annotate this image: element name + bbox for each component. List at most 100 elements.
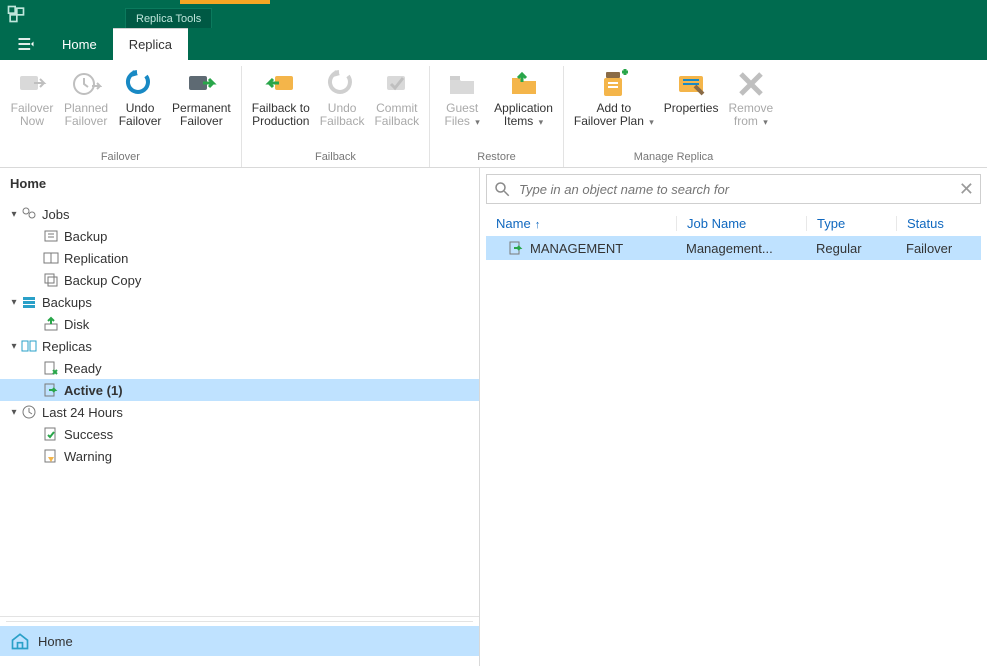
tree-item-label: Ready <box>64 361 102 376</box>
remove-from-button: Remove from ▾ <box>724 66 777 149</box>
col-header-status[interactable]: Status <box>896 216 981 231</box>
col-header-type[interactable]: Type <box>806 216 896 231</box>
tree-item-backup[interactable]: Backup <box>0 225 479 247</box>
tree-item-icon <box>20 294 38 310</box>
ribbon-btn-label: Failover Now <box>11 102 54 128</box>
ribbon-btn-label: Guest Files ▾ <box>445 102 480 128</box>
tree-item-label: Warning <box>64 449 112 464</box>
tree-item-icon <box>42 250 60 266</box>
ribbon-group-title: Restore <box>477 149 516 167</box>
tree-item-warning[interactable]: Warning <box>0 445 479 467</box>
tree-item-success[interactable]: Success <box>0 423 479 445</box>
guest-files-icon <box>446 68 478 100</box>
tree-toggle-icon[interactable]: ▾ <box>8 209 20 220</box>
tree-item-icon <box>20 338 38 354</box>
col-header-job[interactable]: Job Name <box>676 216 806 231</box>
clear-search-icon[interactable]: ✕ <box>959 179 974 200</box>
tree-toggle-icon[interactable]: ▾ <box>8 407 20 418</box>
tree-item-icon <box>42 448 60 464</box>
tree-item-label: Replication <box>64 251 128 266</box>
tab-home[interactable]: Home <box>46 28 113 60</box>
home-icon <box>10 631 30 651</box>
tree-item-backup-copy[interactable]: Backup Copy <box>0 269 479 291</box>
undo-failover-button[interactable]: Undo Failover <box>114 66 166 149</box>
commit-failback-icon <box>381 68 413 100</box>
tree-item-backups[interactable]: ▾Backups <box>0 291 479 313</box>
ribbon-btn-label: Add to Failover Plan ▾ <box>574 102 654 128</box>
chevron-down-icon: ▾ <box>649 117 654 127</box>
nav-title: Home <box>0 168 479 199</box>
cell-name: MANAGEMENT <box>530 241 623 256</box>
tree-toggle-icon[interactable]: ▾ <box>8 341 20 352</box>
planned-failover-button: Planned Failover <box>60 66 112 149</box>
tree-item-replication[interactable]: Replication <box>0 247 479 269</box>
search-icon <box>493 180 511 198</box>
search-box[interactable]: ✕ <box>486 174 981 204</box>
tree-item-icon <box>42 382 60 398</box>
cell-status: Failover <box>896 241 981 256</box>
ribbon-btn-label: Undo Failover <box>119 102 162 128</box>
tree-item-label: Backup <box>64 229 107 244</box>
tab-replica-label: Replica <box>129 37 172 52</box>
remove-from-icon <box>735 68 767 100</box>
ribbon-btn-label: Commit Failback <box>374 102 419 128</box>
ribbon-group-failover: Failover Now Planned Failover Undo Failove… <box>0 66 242 167</box>
search-input[interactable] <box>517 181 953 198</box>
permanent-failover-icon <box>185 68 217 100</box>
ribbon-btn-label: Permanent Failover <box>172 102 231 128</box>
application-items-icon <box>508 68 540 100</box>
ribbon-group-failback: Failback to ProductionUndo Failback Commi… <box>242 66 430 167</box>
context-tab-title: Replica Tools <box>125 8 212 28</box>
tree-item-icon <box>42 426 60 442</box>
ribbon-group-title: Manage Replica <box>634 149 714 167</box>
content-pane: ✕ Name↑ Job Name Type Status MANAGEMENTM… <box>480 168 987 666</box>
nav-bottom: Home <box>0 616 479 666</box>
tree-item-disk[interactable]: Disk <box>0 313 479 335</box>
tree-item-icon <box>42 360 60 376</box>
tree-item-label: Replicas <box>42 339 92 354</box>
ribbon-btn-label: Properties <box>664 102 719 115</box>
tab-replica[interactable]: Replica <box>113 28 188 60</box>
chevron-down-icon: ▾ <box>475 117 480 127</box>
application-items-button[interactable]: Application Items ▾ <box>490 66 557 149</box>
app-icon <box>6 4 26 24</box>
tree-item-last-24-hours[interactable]: ▾ Last 24 Hours <box>0 401 479 423</box>
grid-row[interactable]: MANAGEMENTManagement...RegularFailover <box>486 236 981 260</box>
tree-item-label: Active (1) <box>64 383 123 398</box>
tree-item-active-1[interactable]: Active (1) <box>0 379 479 401</box>
add-to-failover-plan-button[interactable]: Add to Failover Plan ▾ <box>570 66 658 149</box>
properties-button[interactable]: Properties <box>660 66 723 149</box>
add-to-failover-plan-icon <box>598 68 630 100</box>
tabbar: Home Replica <box>0 28 987 60</box>
tree-item-label: Last 24 Hours <box>42 405 123 420</box>
col-header-name[interactable]: Name↑ <box>486 216 676 231</box>
planned-failover-icon <box>70 68 102 100</box>
ribbon-group-title: Failback <box>315 149 356 167</box>
tree-toggle-icon[interactable]: ▾ <box>8 297 20 308</box>
tree-item-label: Disk <box>64 317 89 332</box>
ribbon-group-restore: Guest Files ▾ Application Items ▾Restore <box>430 66 564 167</box>
nav-tree: ▾ Jobs Backup Replication Backup Copy▾Backup… <box>0 199 479 616</box>
app-menu-button[interactable] <box>6 28 46 60</box>
ribbon-btn-label: Undo Failback <box>320 102 365 128</box>
tree-item-jobs[interactable]: ▾ Jobs <box>0 203 479 225</box>
ribbon-group-manage-replica: Add to Failover Plan ▾ Properties Remove f… <box>564 66 783 167</box>
commit-failback-button: Commit Failback <box>370 66 423 149</box>
failback-to-production-button[interactable]: Failback to Production <box>248 66 314 149</box>
nav-bottom-home[interactable]: Home <box>0 626 479 656</box>
accent-strip <box>180 0 270 4</box>
ribbon: Failover Now Planned Failover Undo Failove… <box>0 60 987 168</box>
ribbon-group-title: Failover <box>101 149 140 167</box>
grid-header: Name↑ Job Name Type Status <box>486 210 981 236</box>
permanent-failover-button[interactable]: Permanent Failover <box>168 66 235 149</box>
tree-item-ready[interactable]: Ready <box>0 357 479 379</box>
tree-item-replicas[interactable]: ▾ Replicas <box>0 335 479 357</box>
tree-item-label: Jobs <box>42 207 69 222</box>
chevron-down-icon: ▾ <box>763 117 768 127</box>
ribbon-btn-label: Planned Failover <box>64 102 108 128</box>
failover-now-icon <box>16 68 48 100</box>
failback-to-production-icon <box>265 68 297 100</box>
tree-item-icon <box>42 272 60 288</box>
guest-files-button: Guest Files ▾ <box>436 66 488 149</box>
cell-type: Regular <box>806 241 896 256</box>
